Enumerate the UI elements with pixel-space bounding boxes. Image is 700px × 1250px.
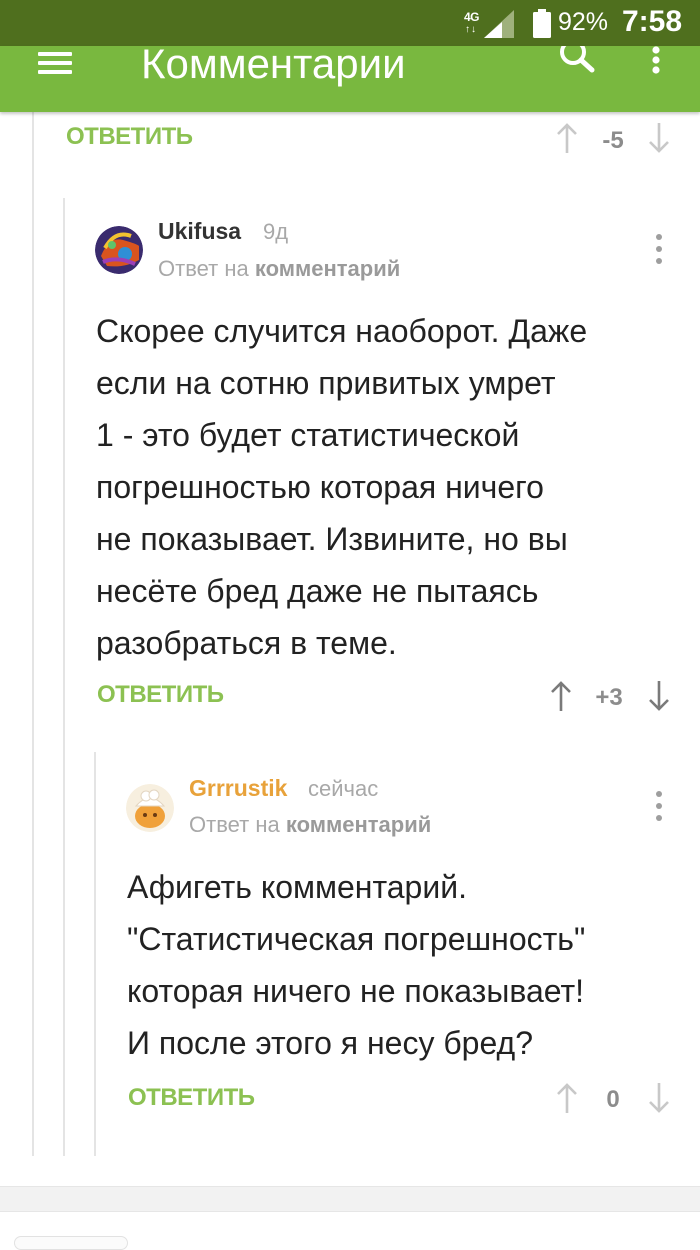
battery-percent: 92% (558, 8, 609, 36)
network-indicator: 4G ↑↓ (462, 8, 514, 38)
upvote-icon[interactable] (550, 680, 572, 712)
comment-text: Скорее случится наоборот. Даже если на с… (96, 313, 588, 661)
page-title: Комментарии (141, 46, 406, 87)
score: -5 (602, 127, 624, 154)
next-card-edge (14, 1236, 128, 1250)
reply-to-link[interactable]: комментарий (255, 256, 400, 281)
downvote-icon[interactable] (648, 122, 670, 154)
thread-line-level-1 (32, 112, 34, 1156)
comment-text: Афигеть комментарий. "Статистическая пог… (127, 869, 586, 1061)
signal-icon (484, 10, 514, 38)
more-options-icon[interactable] (646, 46, 666, 78)
reply-to-info: Ответ на комментарий (189, 812, 431, 838)
status-bar: 4G ↑↓ 92% 7:58 (0, 0, 700, 46)
avatar[interactable] (95, 226, 143, 274)
battery-icon (533, 9, 551, 38)
comment-time: 9д (263, 219, 289, 244)
reply-to-info: Ответ на комментарий (158, 256, 400, 282)
comment-time: сейчас (308, 776, 379, 801)
section-divider (0, 1186, 700, 1212)
network-type: 4G (464, 10, 480, 24)
downvote-icon[interactable] (648, 1082, 670, 1114)
reply-to-prefix: Ответ на (158, 256, 249, 281)
reply-button[interactable]: ОТВЕТИТЬ (128, 1084, 255, 1112)
comment-author[interactable]: Ukifusa (158, 218, 241, 245)
menu-icon[interactable] (38, 52, 72, 74)
thread-line-level-2 (63, 198, 65, 1156)
avatar-image (126, 784, 174, 832)
comment-menu-icon[interactable] (654, 791, 664, 823)
search-icon[interactable] (556, 46, 596, 74)
app-bar: Комментарии (0, 46, 700, 112)
avatar-image (95, 226, 143, 274)
reply-to-prefix: Ответ на (189, 812, 280, 837)
upvote-icon[interactable] (556, 1082, 578, 1114)
thread-line-level-3 (94, 752, 96, 1156)
upvote-icon[interactable] (556, 122, 578, 154)
clock: 7:58 (622, 5, 683, 38)
data-arrows-icon: ↑↓ (465, 24, 477, 35)
score: 0 (606, 1086, 620, 1113)
downvote-icon[interactable] (648, 680, 670, 712)
avatar[interactable] (126, 784, 174, 832)
comment-author[interactable]: Grrrustik (189, 775, 287, 802)
reply-to-link[interactable]: комментарий (286, 812, 431, 837)
reply-button[interactable]: ОТВЕТИТЬ (66, 123, 193, 151)
score: +3 (595, 684, 623, 711)
reply-button[interactable]: ОТВЕТИТЬ (97, 681, 224, 709)
comment-menu-icon[interactable] (654, 234, 664, 266)
